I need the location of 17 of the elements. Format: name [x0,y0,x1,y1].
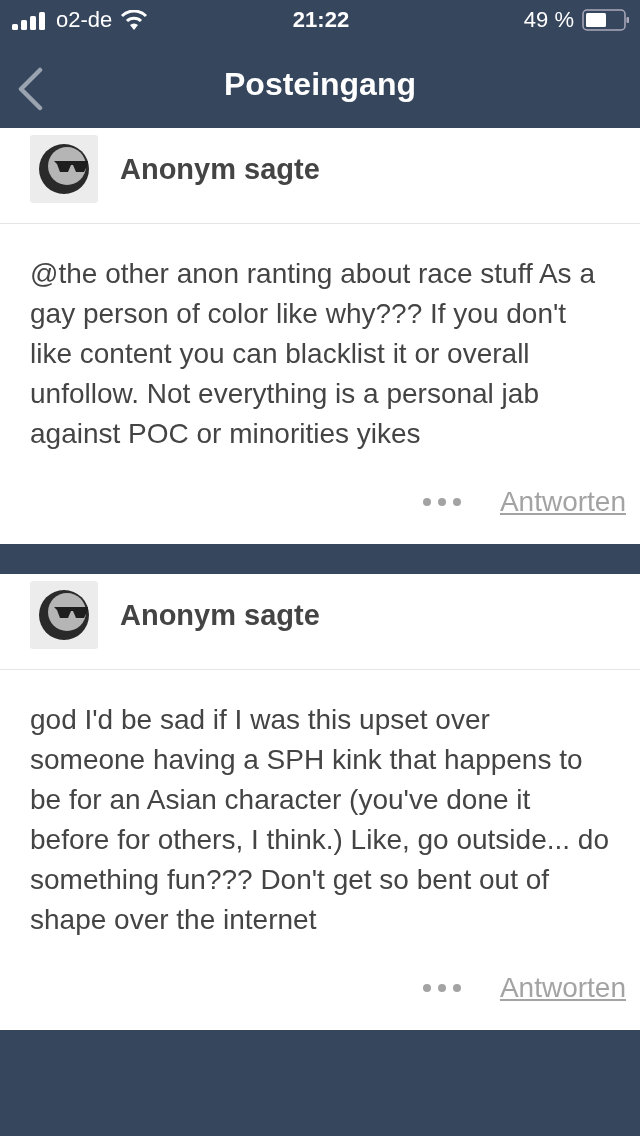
sender-name: Anonym sagte [120,598,320,632]
signal-icon [12,10,48,30]
carrier-name: o2-de [56,7,113,33]
sunglasses-face-icon [37,142,91,196]
page-title: Posteingang [224,65,416,103]
more-icon[interactable] [421,983,462,993]
reply-link[interactable]: Antworten [499,972,626,1004]
battery-icon [582,8,630,32]
sender-name: Anonym sagte [120,152,320,186]
reply-link[interactable]: Antworten [499,486,626,518]
message-text: god I'd be sad if I was this upset over someone having a SPH kink that happens to be for an Asian character (you've done it before for others, I think.) Like, go outside... do something fun??? Don't get so bent out of shape over the internet [29,703,610,937]
more-icon[interactable] [421,497,462,507]
message-text: @the other anon ranting about race stuff As a gay person of color like why??? If you don't like content you can blacklist it or overall unfollow. Not everything is a personal jab against POC or minorities yikes [29,257,596,451]
clock-time: 21:22 [292,7,350,33]
wifi-icon [120,10,149,30]
battery-percentage: 49 % [523,7,574,33]
sunglasses-face-icon [37,588,91,642]
